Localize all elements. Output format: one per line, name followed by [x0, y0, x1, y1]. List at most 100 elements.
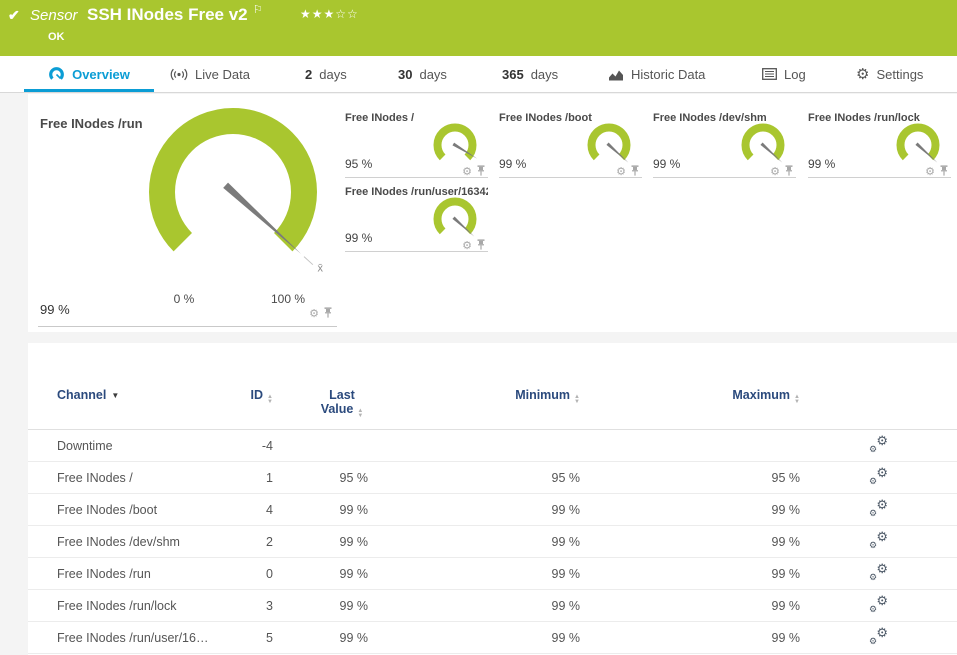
tile-gear-icon[interactable]: ⚙ — [462, 240, 472, 252]
channel-maximum: 95 % — [580, 461, 800, 494]
gauge-value: 99 % — [653, 157, 681, 171]
tab-label: Historic Data — [631, 66, 706, 82]
channel-name[interactable]: Free INodes /dev/shm — [28, 525, 243, 558]
column-header-actions — [800, 343, 957, 430]
area-chart-icon — [608, 68, 624, 81]
gauge-tile[interactable]: Free INodes /run/user/16342… 99 % ⚙ — [345, 186, 488, 252]
tab-label: Overview — [72, 66, 130, 82]
channel-name[interactable]: Free INodes /boot — [28, 493, 243, 526]
channel-id: 1 — [243, 461, 273, 494]
tab-label: Settings — [876, 66, 924, 82]
tab-historic-data[interactable]: Historic Data — [608, 56, 705, 92]
channel-actions-cell: ⚙ ⚙ — [800, 621, 957, 654]
tab-30-days[interactable]: 30 days — [398, 56, 447, 92]
column-header-maximum[interactable]: Maximum ▲ ▼ — [580, 343, 800, 430]
tile-gear-icon[interactable]: ⚙ — [462, 166, 472, 178]
live-signal-icon — [170, 68, 188, 81]
tile-gear-icon[interactable]: ⚙ — [770, 166, 780, 178]
channel-last-value: 99 % — [273, 493, 368, 526]
gauge-scale-min: 0 % — [173, 292, 195, 306]
channel-settings-gears-icon[interactable]: ⚙ ⚙ — [869, 465, 888, 486]
channel-last-value: 99 % — [273, 621, 368, 654]
tab-number: 2 — [305, 66, 313, 82]
table-row[interactable]: Downtime -4 ⚙ ⚙ — [28, 429, 957, 462]
channel-name[interactable]: Free INodes /run/user/16… — [28, 621, 243, 654]
channel-name[interactable]: Free INodes / — [28, 461, 243, 494]
channel-maximum: 99 % — [580, 493, 800, 526]
tab-2-days[interactable]: 2 days — [305, 56, 347, 92]
sensor-kind-label: Sensor — [30, 7, 78, 24]
tab-label: Log — [784, 66, 806, 82]
channel-maximum: 99 % — [580, 621, 800, 654]
tile-gear-icon[interactable]: ⚙ — [309, 308, 319, 320]
channel-name[interactable]: Free INodes /run — [28, 557, 243, 590]
channel-last-value: 95 % — [273, 461, 368, 494]
channels-table: Channel ▼ ID ▲ ▼ Last Value ▲ ▼ Minimum ▲ ▼ Max… — [28, 343, 957, 654]
gear-icon: ⚙ — [856, 65, 870, 83]
channel-actions-cell: ⚙ ⚙ — [800, 557, 957, 590]
channel-settings-gears-icon[interactable]: ⚙ ⚙ — [869, 529, 888, 550]
table-row[interactable]: Free INodes /1 95 % 95 % 95 % ⚙ ⚙ — [28, 461, 957, 494]
gauge-tile[interactable]: Free INodes /boot 99 % ⚙ — [499, 112, 642, 178]
gauge-tile[interactable]: Free INodes /run/lock 99 % ⚙ — [808, 112, 951, 178]
channel-settings-gears-icon[interactable]: ⚙ ⚙ — [869, 625, 888, 646]
table-row[interactable]: Free INodes /boot 4 99 % 99 % 99 % ⚙ ⚙ — [28, 493, 957, 526]
channels-panel: Channel ▼ ID ▲ ▼ Last Value ▲ ▼ Minimum ▲ ▼ Max… — [28, 343, 957, 655]
gauge-value: 95 % — [345, 157, 373, 171]
tile-pin-icon[interactable] — [630, 163, 640, 181]
tab-label: days — [530, 66, 559, 82]
gauge-scale-max: 100 % — [270, 292, 306, 306]
column-header-last-value[interactable]: Last Value ▲ ▼ — [273, 343, 368, 430]
tab-settings[interactable]: ⚙ Settings — [856, 56, 923, 92]
channel-name[interactable]: Downtime — [28, 429, 243, 462]
channel-minimum: 99 % — [368, 557, 580, 590]
sort-icon: ▲ ▼ — [574, 394, 580, 405]
table-row[interactable]: Free INodes /run/lock 3 99 % 99 % 99 % ⚙ ⚙ — [28, 589, 957, 622]
channel-id: 3 — [243, 589, 273, 622]
channel-settings-gears-icon[interactable]: ⚙ ⚙ — [869, 593, 888, 614]
channel-settings-gears-icon[interactable]: ⚙ ⚙ — [869, 497, 888, 518]
channel-last-value — [273, 429, 368, 462]
channel-id: 2 — [243, 525, 273, 558]
table-row[interactable]: Free INodes /dev/shm 2 99 % 99 % 99 % ⚙ ⚙ — [28, 525, 957, 558]
channel-settings-gears-icon[interactable]: ⚙ ⚙ — [869, 433, 888, 454]
gauge-icon — [48, 66, 65, 82]
tile-pin-icon[interactable] — [323, 305, 333, 323]
gauge-tile-primary[interactable]: Free INodes /run x̄ 0 % 100 % 99 % ⚙ — [38, 94, 337, 327]
tab-live-data[interactable]: Live Data — [170, 56, 250, 92]
channel-minimum: 99 % — [368, 525, 580, 558]
table-row[interactable]: Free INodes /run/user/16… 5 99 % 99 % 99 % ⚙ ⚙ — [28, 621, 957, 654]
channel-id: 0 — [243, 557, 273, 590]
tab-overview[interactable]: Overview — [24, 56, 154, 92]
channel-actions-cell: ⚙ ⚙ — [800, 589, 957, 622]
tile-pin-icon[interactable] — [476, 163, 486, 181]
column-header-minimum[interactable]: Minimum ▲ ▼ — [368, 343, 580, 430]
tab-log[interactable]: Log — [762, 56, 806, 92]
tile-pin-icon[interactable] — [476, 237, 486, 255]
column-header-channel[interactable]: Channel ▼ — [28, 343, 243, 430]
channel-minimum: 99 % — [368, 621, 580, 654]
channel-maximum: 99 % — [580, 525, 800, 558]
tile-pin-icon[interactable] — [784, 163, 794, 181]
channel-last-value: 99 % — [273, 557, 368, 590]
sort-icon: ▲ ▼ — [267, 394, 273, 405]
channel-name[interactable]: Free INodes /run/lock — [28, 589, 243, 622]
table-row[interactable]: Free INodes /run 0 99 % 99 % 99 % ⚙ ⚙ — [28, 557, 957, 590]
channel-last-value: 99 % — [273, 589, 368, 622]
tile-gear-icon[interactable]: ⚙ — [616, 166, 626, 178]
gauge-tile[interactable]: Free INodes /dev/shm 99 % ⚙ — [653, 112, 796, 178]
sensor-title: SSH INodes Free v2 — [87, 5, 248, 24]
gauge-dial: x̄ — [149, 108, 324, 274]
column-header-id[interactable]: ID ▲ ▼ — [243, 343, 273, 430]
priority-stars[interactable]: ★★★☆☆ — [300, 7, 359, 21]
status-ok-check-icon: ✔ — [8, 7, 20, 23]
tile-pin-icon[interactable] — [939, 163, 949, 181]
tile-gear-icon[interactable]: ⚙ — [925, 166, 935, 178]
gauge-value: 99 % — [808, 157, 836, 171]
flag-icon[interactable]: ⚐ — [253, 3, 263, 16]
tab-bar: Overview Live Data 2 days 30 days 365 da… — [0, 56, 957, 93]
channel-minimum: 99 % — [368, 589, 580, 622]
gauge-tile[interactable]: Free INodes /95 % ⚙ — [345, 112, 488, 178]
tab-365-days[interactable]: 365 days — [502, 56, 558, 92]
channel-settings-gears-icon[interactable]: ⚙ ⚙ — [869, 561, 888, 582]
